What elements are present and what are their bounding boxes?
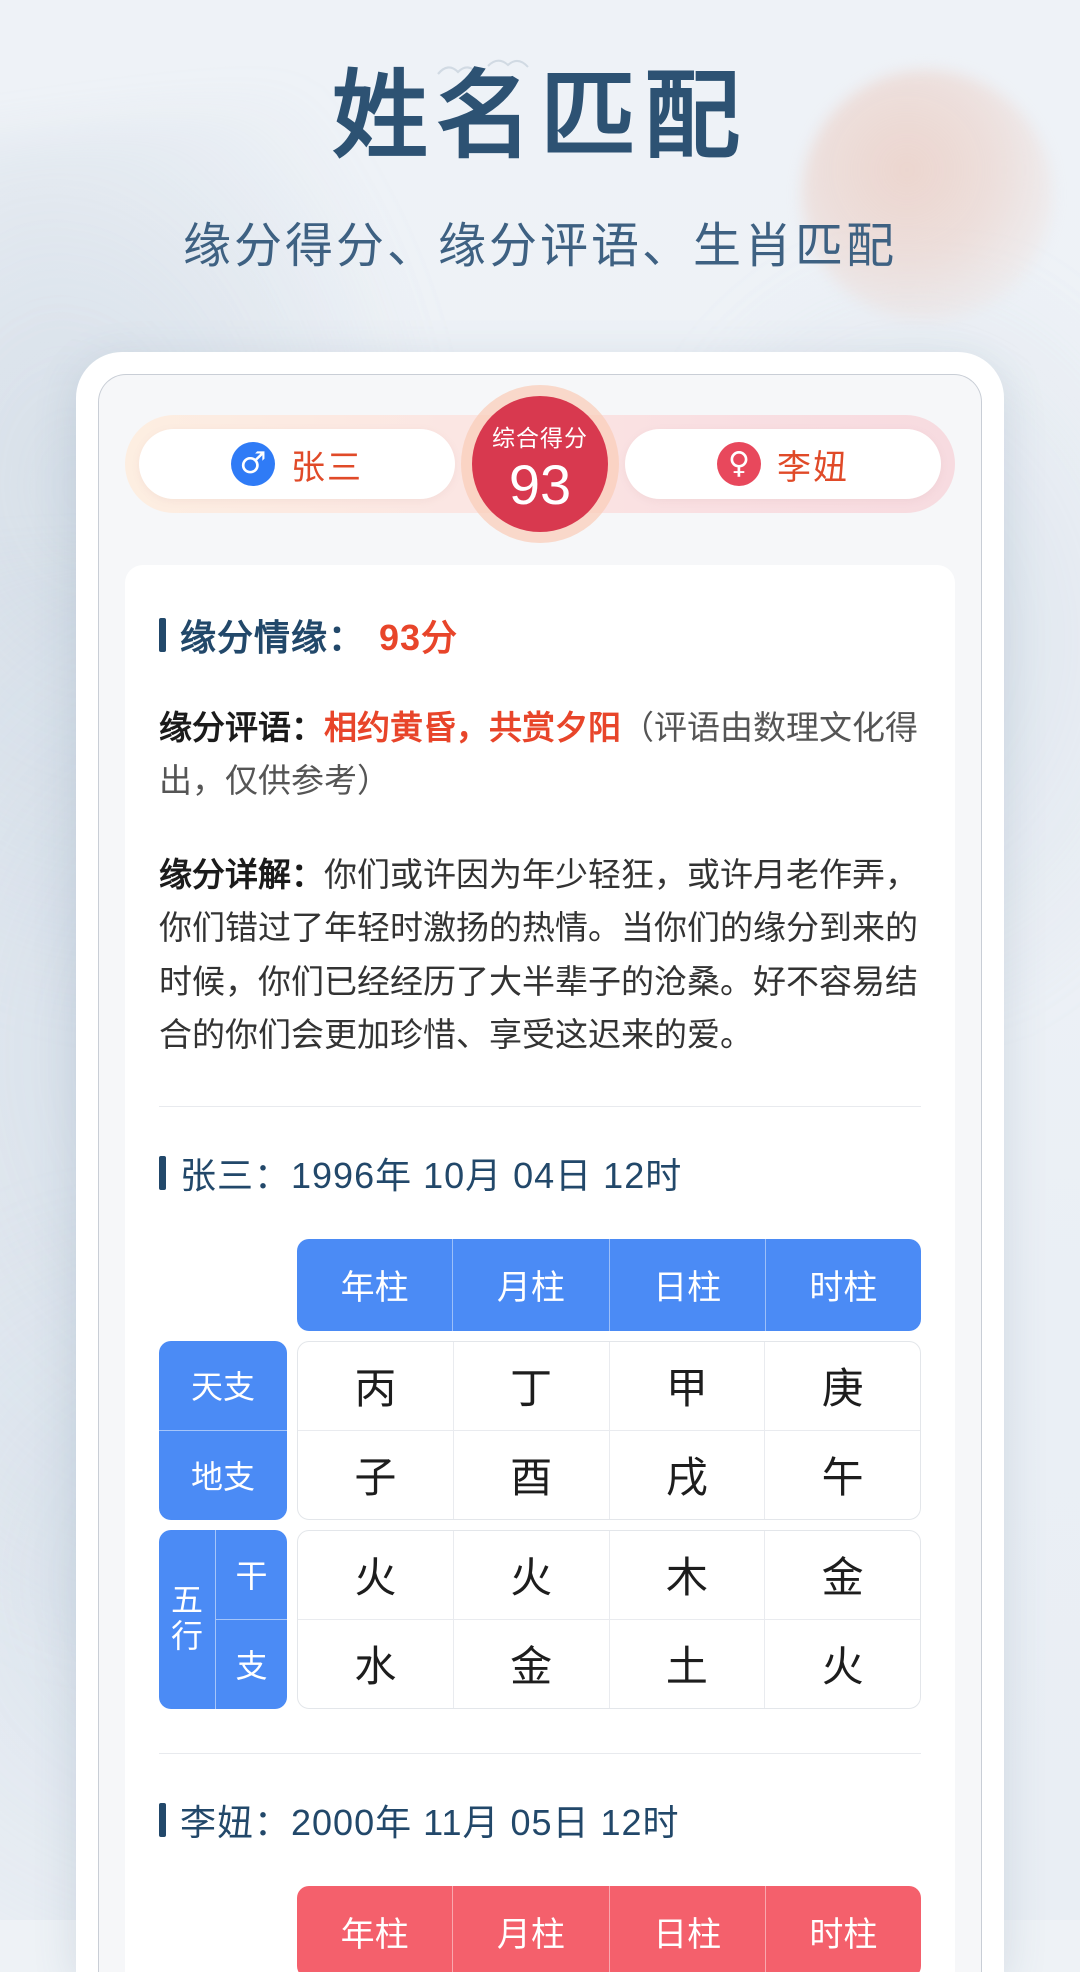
wuxing-sub-stem: 干 bbox=[215, 1529, 287, 1620]
cell: 丙 bbox=[298, 1341, 454, 1430]
person-a-wuxing-grid: 火 火 木 金 水 金 土 火 bbox=[297, 1529, 921, 1709]
person-a-header-row: 年柱 月柱 日柱 时柱 bbox=[159, 1238, 921, 1331]
fate-score-label: 缘分情缘： bbox=[180, 617, 366, 658]
cell: 甲 bbox=[610, 1341, 766, 1430]
cell: 土 bbox=[610, 1619, 766, 1708]
male-name-label: 张三 bbox=[291, 448, 363, 487]
person-b-bazi-table: 年柱 月柱 日柱 时柱 bbox=[159, 1885, 921, 1972]
column-header-cell: 时柱 bbox=[809, 1916, 878, 1955]
person-a-bazi-table: 年柱 月柱 日柱 时柱 天支 地支 丙 丁 甲 庚 子 酉 戌 午 五行 干 支… bbox=[159, 1238, 921, 1709]
cell: 火 bbox=[454, 1530, 610, 1619]
cell: 火 bbox=[821, 1643, 864, 1691]
person-b-header-row: 年柱 月柱 日柱 时柱 bbox=[159, 1885, 921, 1972]
cell: 水 bbox=[298, 1619, 454, 1708]
fate-detail-label: 缘分详解： bbox=[159, 855, 324, 893]
fate-comment-paragraph: 缘分评语：相约黄昏，共赏夕阳（评语由数理文化得出，仅供参考） bbox=[159, 701, 921, 808]
cell: 子 bbox=[298, 1430, 454, 1519]
phone-screen: ♂ 张三 综合得分 93 ♀ 李妞 缘分情缘： 93分 缘分评语：相约黄昏，共赏… bbox=[98, 374, 982, 1972]
wuxing-sub-branch: 支 bbox=[215, 1619, 287, 1709]
column-header-cell: 时柱 bbox=[809, 1269, 878, 1308]
total-score-label: 综合得分 bbox=[492, 425, 588, 451]
page-header: 姓名匹配 缘分得分、缘分评语、生肖匹配 bbox=[0, 0, 1080, 276]
row-label-heavenly: 天支 bbox=[159, 1340, 287, 1431]
person-a-stem-branch-grid: 丙 丁 甲 庚 子 酉 戌 午 bbox=[297, 1340, 921, 1520]
fate-score-value: 93分 bbox=[379, 617, 459, 658]
person-a-column-headers: 年柱 月柱 日柱 时柱 bbox=[297, 1238, 921, 1331]
cell: 火 bbox=[298, 1530, 454, 1619]
fate-comment-value: 相约黄昏，共赏夕阳 bbox=[324, 709, 621, 746]
cell: 庚 bbox=[821, 1365, 864, 1413]
person-a-row-labels: 天支 地支 bbox=[159, 1340, 287, 1520]
cell: 戌 bbox=[610, 1430, 766, 1519]
cell: 酉 bbox=[454, 1430, 610, 1519]
score-bar: ♂ 张三 综合得分 93 ♀ 李妞 bbox=[125, 396, 955, 532]
column-header-cell: 日柱 bbox=[610, 1885, 766, 1972]
fate-comment-label: 缘分评语： bbox=[159, 709, 324, 746]
corner-spacer bbox=[159, 1239, 287, 1331]
wuxing-label: 五行 bbox=[159, 1529, 215, 1709]
cell: 木 bbox=[610, 1530, 766, 1619]
person-a-wuxing-labels: 五行 干 支 bbox=[159, 1529, 287, 1709]
column-header-cell: 日柱 bbox=[610, 1238, 766, 1331]
person-a-stems-branches-block: 天支 地支 丙 丁 甲 庚 子 酉 戌 午 bbox=[159, 1340, 921, 1520]
cell: 金 bbox=[821, 1554, 864, 1602]
fate-score-heading: 缘分情缘： 93分 bbox=[159, 609, 921, 661]
column-header-cell: 月柱 bbox=[453, 1238, 610, 1331]
total-score-badge: 综合得分 93 bbox=[472, 396, 608, 532]
female-symbol-icon: ♀ bbox=[717, 442, 761, 486]
wuxing-sub-labels: 干 支 bbox=[215, 1529, 287, 1709]
corner-spacer bbox=[159, 1886, 287, 1972]
section-divider-a bbox=[159, 1105, 921, 1107]
column-header-cell: 年柱 bbox=[297, 1885, 454, 1972]
table-row: 火 火 木 金 bbox=[298, 1530, 920, 1620]
female-name-pill[interactable]: ♀ 李妞 bbox=[625, 429, 941, 499]
column-header-cell: 月柱 bbox=[453, 1885, 610, 1972]
result-card: 缘分情缘： 93分 缘分评语：相约黄昏，共赏夕阳（评语由数理文化得出，仅供参考）… bbox=[125, 565, 955, 1972]
page-title: 姓名匹配 bbox=[332, 63, 748, 170]
male-name-pill[interactable]: ♂ 张三 bbox=[139, 429, 455, 499]
section-divider-b bbox=[159, 1752, 921, 1754]
female-name-label: 李妞 bbox=[777, 448, 849, 487]
person-b-column-headers: 年柱 月柱 日柱 时柱 bbox=[297, 1885, 921, 1972]
cell: 午 bbox=[821, 1454, 864, 1502]
cell: 丁 bbox=[454, 1341, 610, 1430]
cell: 金 bbox=[454, 1619, 610, 1708]
phone-frame: ♂ 张三 综合得分 93 ♀ 李妞 缘分情缘： 93分 缘分评语：相约黄昏，共赏… bbox=[76, 352, 1004, 1972]
person-a-heading: 张三：1996年 10月 04日 12时 bbox=[159, 1147, 921, 1199]
table-row: 子 酉 戌 午 bbox=[298, 1430, 920, 1519]
male-symbol-icon: ♂ bbox=[231, 442, 275, 486]
person-b-heading: 李妞：2000年 11月 05日 12时 bbox=[159, 1794, 921, 1846]
row-label-earthly: 地支 bbox=[159, 1430, 287, 1520]
page-subtitle: 缘分得分、缘分评语、生肖匹配 bbox=[182, 220, 897, 274]
fate-detail-paragraph: 缘分详解：你们或许因为年少轻狂，或许月老作弄，你们错过了年轻时激扬的热情。当你们… bbox=[159, 848, 921, 1062]
table-row: 丙 丁 甲 庚 bbox=[298, 1341, 920, 1431]
person-a-wuxing-block: 五行 干 支 火 火 木 金 水 金 土 火 bbox=[159, 1529, 921, 1709]
column-header-cell: 年柱 bbox=[297, 1238, 454, 1331]
total-score-value: 93 bbox=[508, 453, 572, 516]
table-row: 水 金 土 火 bbox=[298, 1619, 920, 1708]
